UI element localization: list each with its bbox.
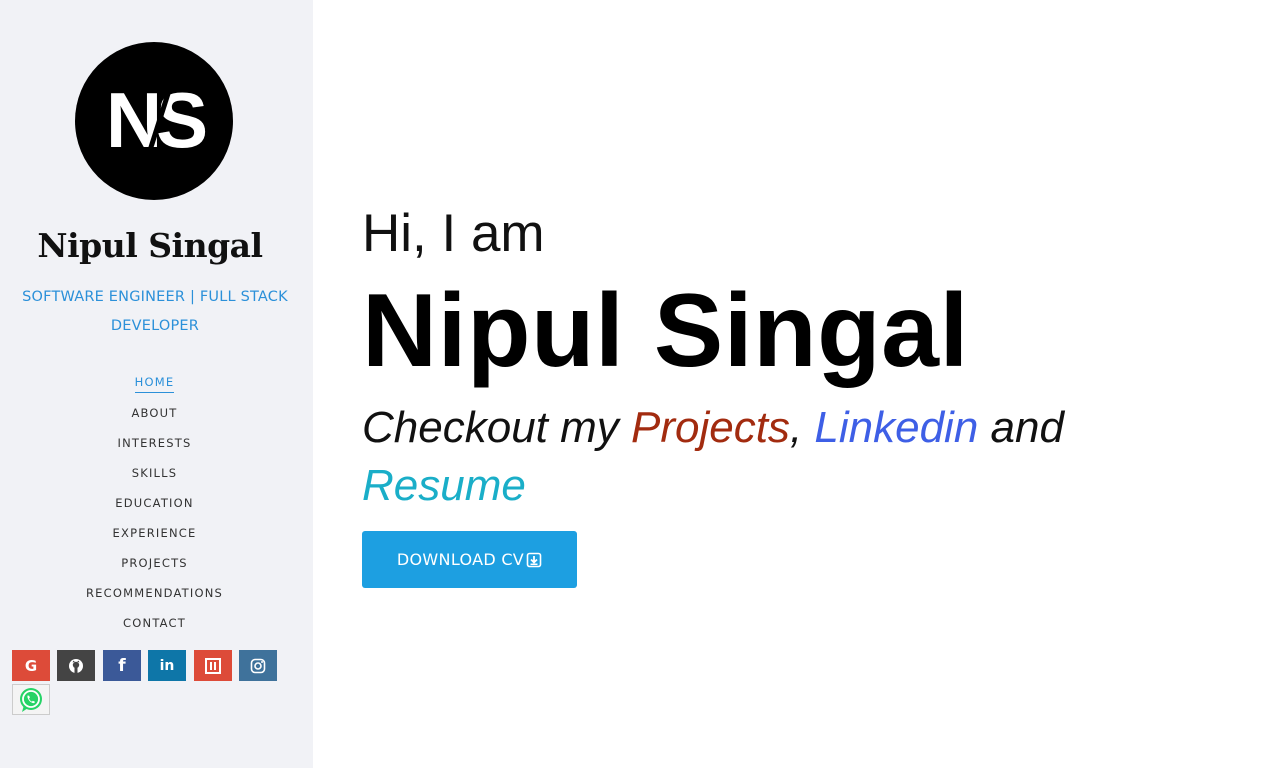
- blogger-icon: [205, 657, 221, 674]
- download-icon: [526, 552, 542, 567]
- ns-logo-icon: NS: [106, 76, 211, 167]
- hero-name: Nipul Singal: [362, 273, 969, 389]
- nav-item-recommendations: RECOMMENDATIONS: [0, 582, 309, 612]
- nav-item-education: EDUCATION: [0, 492, 309, 522]
- sidebar: NS Nipul Singal SOFTWARE ENGINEER | FULL…: [0, 0, 313, 768]
- nav-item-experience: EXPERIENCE: [0, 522, 309, 552]
- nav-link-about[interactable]: ABOUT: [131, 402, 177, 424]
- sidebar-nav: HOME ABOUT INTERESTS SKILLS EDUCATION EX…: [0, 372, 309, 642]
- nav-item-skills: SKILLS: [0, 462, 309, 492]
- checkout-line: Checkout my Projects, Linkedin and Resum…: [362, 399, 1122, 515]
- nav-link-contact[interactable]: CONTACT: [123, 612, 186, 634]
- linkedin-icon: in: [159, 657, 175, 674]
- download-cv-label: DOWNLOAD CV: [396, 550, 525, 569]
- whatsapp-icon: [20, 687, 42, 712]
- facebook-icon: f: [118, 655, 126, 676]
- sidebar-name: Nipul Singal: [37, 226, 263, 265]
- facebook-button[interactable]: f: [103, 650, 141, 681]
- linkedin-link[interactable]: Linkedin: [814, 403, 978, 452]
- nav-link-skills[interactable]: SKILLS: [132, 462, 178, 484]
- google-icon: G: [24, 656, 38, 675]
- nav-link-recommendations[interactable]: RECOMMENDATIONS: [86, 582, 223, 604]
- sidebar-role: SOFTWARE ENGINEER | FULL STACK DEVELOPER: [22, 289, 288, 334]
- nav-item-interests: INTERESTS: [0, 432, 309, 462]
- nav-link-interests[interactable]: INTERESTS: [118, 432, 192, 454]
- instagram-button[interactable]: [239, 650, 277, 681]
- projects-link[interactable]: Projects: [631, 403, 790, 452]
- nav-item-about: ABOUT: [0, 402, 309, 432]
- main-content: Hi, I am Nipul Singal Checkout my Projec…: [362, 0, 1262, 768]
- github-icon: [69, 658, 83, 673]
- blogger-button[interactable]: [194, 650, 232, 681]
- nav-item-contact: CONTACT: [0, 612, 309, 642]
- logo-text: NS: [106, 76, 205, 164]
- instagram-icon: [250, 658, 266, 673]
- nav-link-home[interactable]: HOME: [134, 372, 175, 393]
- nav-item-projects: PROJECTS: [0, 552, 309, 582]
- nav-link-projects[interactable]: PROJECTS: [121, 552, 188, 574]
- resume-link[interactable]: Resume: [362, 461, 526, 510]
- greeting-text: Hi, I am: [362, 204, 545, 263]
- linkedin-button[interactable]: in: [148, 650, 186, 681]
- google-button[interactable]: G: [12, 650, 50, 681]
- and-text: and: [978, 403, 1064, 452]
- nav-link-experience[interactable]: EXPERIENCE: [113, 522, 197, 544]
- github-button[interactable]: [57, 650, 95, 681]
- nav-item-home: HOME: [0, 372, 309, 402]
- nav-link-education[interactable]: EDUCATION: [115, 492, 193, 514]
- logo[interactable]: NS: [75, 42, 233, 200]
- download-cv-button[interactable]: DOWNLOAD CV: [362, 531, 577, 588]
- checkout-prefix: Checkout my: [362, 403, 631, 452]
- whatsapp-button[interactable]: [12, 684, 50, 715]
- comma-separator: ,: [789, 403, 815, 452]
